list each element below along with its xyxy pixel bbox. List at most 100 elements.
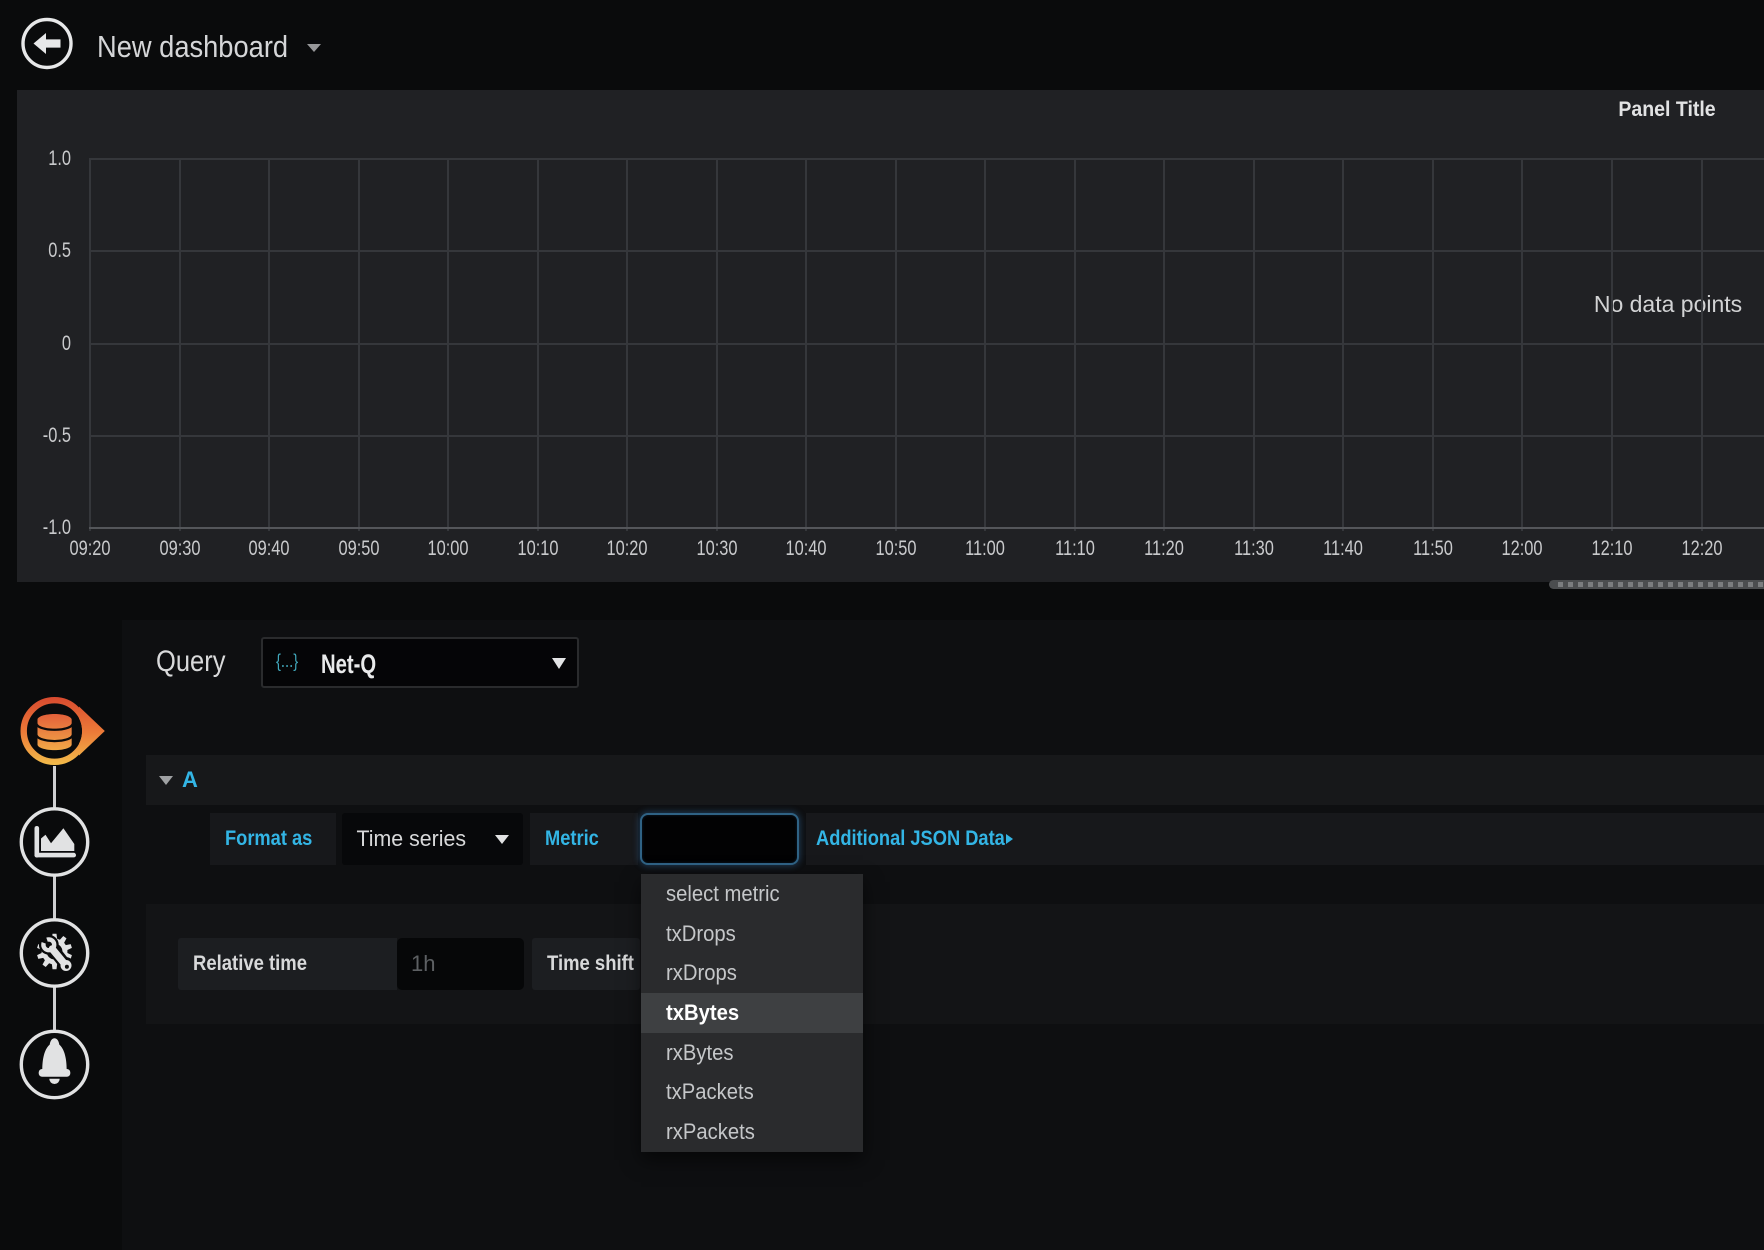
x-axis-tick-label: 11:50: [1398, 538, 1468, 560]
metric-menu-item[interactable]: txBytes: [641, 993, 863, 1033]
x-axis-tick-label: 12:00: [1487, 538, 1557, 560]
metric-menu-item[interactable]: rxDrops: [641, 953, 863, 993]
gridline-vertical: [447, 159, 449, 531]
format-as-label: Format as: [210, 813, 336, 865]
gridline-vertical: [1074, 159, 1076, 531]
x-axis-tick-label: 11:10: [1040, 538, 1110, 560]
gridline-vertical: [1521, 159, 1523, 531]
metric-input[interactable]: [640, 813, 799, 865]
x-axis-tick-label: 10:40: [771, 538, 841, 560]
x-axis-tick-label: 11:00: [950, 538, 1020, 560]
tab-queries[interactable]: [24, 700, 105, 762]
gridline-horizontal: [89, 158, 1764, 160]
gridline-vertical: [89, 159, 91, 531]
format-as-label-text: Format as: [225, 827, 312, 851]
json-braces-icon: {...}: [276, 651, 298, 672]
metric-menu-item[interactable]: rxBytes: [641, 1033, 863, 1073]
metric-menu-item[interactable]: rxPackets: [641, 1112, 863, 1152]
x-axis-tick-label: 10:20: [592, 538, 662, 560]
x-axis-tick-label: 09:20: [55, 538, 125, 560]
relative-time-input[interactable]: [397, 938, 524, 990]
panel-title[interactable]: Panel Title: [1481, 98, 1764, 126]
query-section-label: Query: [156, 645, 225, 679]
gridline-horizontal: [89, 343, 1764, 345]
gridline-vertical: [1432, 159, 1434, 531]
back-arrow-icon: [34, 33, 61, 54]
additional-json-caret-icon: [1006, 834, 1013, 844]
format-select-value: Time series: [342, 826, 466, 852]
additional-json-label-text: Additional JSON Data: [816, 827, 1005, 851]
relative-time-label: Relative time: [178, 938, 397, 990]
back-button[interactable]: [21, 17, 73, 70]
gridline-vertical: [1163, 159, 1165, 531]
graph-panel: Panel Title No data points 09:20 09:30 09:…: [17, 90, 1764, 582]
area-chart-icon: [35, 826, 77, 858]
y-axis-tick-label: 1.0: [29, 148, 71, 170]
gridline-vertical: [179, 159, 181, 531]
horizontal-scrollbar-thumb[interactable]: [1549, 580, 1764, 589]
gridline-vertical: [895, 159, 897, 531]
x-axis-tick-label: 11:20: [1129, 538, 1199, 560]
bell-icon: [39, 1038, 71, 1084]
x-axis-tick-label: 10:00: [413, 538, 483, 560]
datasource-picker[interactable]: {...} Net-Q: [261, 637, 579, 688]
time-options-section: Relative time Time shift: [146, 904, 1764, 1024]
tab-general[interactable]: [21, 920, 87, 986]
gridline-vertical: [805, 159, 807, 531]
database-icon: [38, 714, 72, 750]
gridline-vertical: [626, 159, 628, 531]
scrollbar-dots: [1558, 582, 1764, 587]
gridline-vertical: [358, 159, 360, 531]
x-axis-tick-label: 09:40: [234, 538, 304, 560]
y-axis-tick-label: 0.5: [29, 240, 71, 262]
x-axis-tick-label: 10:50: [861, 538, 931, 560]
tab-alert[interactable]: [21, 1031, 87, 1097]
x-axis-tick-label: 09:30: [144, 538, 214, 560]
metric-menu-item[interactable]: select metric: [641, 874, 863, 914]
format-select-caret-icon: [495, 835, 509, 844]
gear-wrench-icon: [37, 932, 75, 974]
gridline-vertical: [537, 159, 539, 531]
format-select[interactable]: Time series: [342, 813, 523, 865]
editor-tab-strip: [0, 680, 120, 1120]
metric-dropdown-menu: select metrictxDropsrxDropstxBytesrxByte…: [641, 874, 863, 1152]
gridline-vertical: [1253, 159, 1255, 531]
metric-menu-item[interactable]: txPackets: [641, 1073, 863, 1113]
x-axis-tick-label: 11:30: [1219, 538, 1289, 560]
collapse-caret-icon: [159, 776, 173, 785]
tab-visualization[interactable]: [21, 809, 87, 875]
gridline-vertical: [268, 159, 270, 531]
x-axis-tick-label: 09:50: [323, 538, 393, 560]
x-axis-tick-label: 10:30: [682, 538, 752, 560]
x-axis-tick-label: 10:10: [503, 538, 573, 560]
x-axis-tick-label: 12:10: [1577, 538, 1647, 560]
relative-time-label-text: Relative time: [193, 952, 307, 976]
metric-label: Metric: [530, 813, 638, 865]
y-axis-tick-label: 0: [29, 333, 71, 355]
gridline-vertical: [1611, 159, 1613, 531]
gridline-vertical: [716, 159, 718, 531]
metric-label-text: Metric: [545, 827, 599, 851]
gridline-horizontal: [89, 250, 1764, 252]
metric-menu-item[interactable]: txDrops: [641, 914, 863, 954]
y-axis-tick-label: -0.5: [29, 425, 71, 447]
dashboard-title[interactable]: New dashboard: [97, 28, 288, 66]
time-shift-label: Time shift: [532, 938, 640, 990]
no-data-points-text: No data points: [1518, 291, 1764, 317]
datasource-caret-icon: [552, 658, 566, 669]
gridline-vertical: [1342, 159, 1344, 531]
query-ref-letter: A: [182, 767, 198, 793]
query-row-header[interactable]: A: [146, 755, 1764, 805]
y-axis-tick-label: -1.0: [29, 517, 71, 539]
x-axis-tick-label: 11:40: [1308, 538, 1378, 560]
x-axis-tick-label: 12:20: [1666, 538, 1736, 560]
additional-json-data-link[interactable]: Additional JSON Data: [806, 813, 1764, 865]
datasource-name: Net-Q: [321, 649, 376, 680]
x-axis-line: [89, 527, 1764, 529]
gridline-vertical: [1701, 159, 1703, 531]
gridline-horizontal: [89, 435, 1764, 437]
dashboard-title-caret-icon: [307, 44, 321, 52]
time-shift-label-text: Time shift: [547, 952, 634, 976]
dashboard-header: New dashboard: [0, 0, 1764, 90]
gridline-vertical: [984, 159, 986, 531]
